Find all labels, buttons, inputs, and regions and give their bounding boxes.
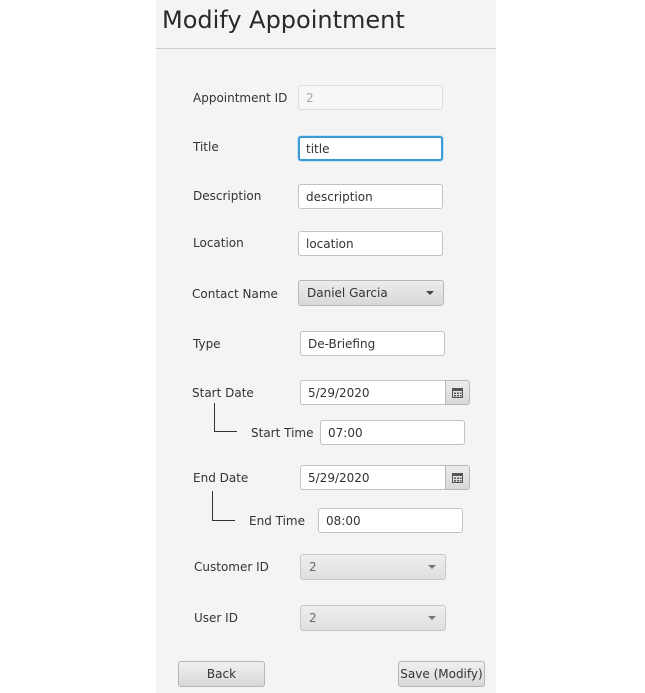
description-label: Description <box>193 189 262 203</box>
location-label: Location <box>193 236 244 250</box>
customer-id-value: 2 <box>309 560 317 574</box>
appointment-id-label: Appointment ID <box>193 91 288 105</box>
end-time-connector <box>212 491 235 521</box>
start-date-field[interactable] <box>300 380 446 405</box>
chevron-down-icon <box>428 565 436 569</box>
title-label: Title <box>193 140 219 154</box>
calendar-icon <box>452 387 463 398</box>
appointment-id-field <box>298 85 443 110</box>
calendar-icon <box>452 472 463 483</box>
contact-name-label: Contact Name <box>192 287 278 301</box>
start-time-field[interactable] <box>320 420 465 445</box>
chevron-down-icon <box>428 616 436 620</box>
end-date-picker-button[interactable] <box>445 465 470 490</box>
start-time-label: Start Time <box>251 426 314 440</box>
type-field[interactable] <box>300 331 445 356</box>
user-id-value: 2 <box>309 611 317 625</box>
customer-id-select[interactable]: 2 <box>300 554 446 580</box>
title-field[interactable] <box>298 136 443 161</box>
contact-name-select[interactable]: Daniel Garcia <box>298 280 444 306</box>
chevron-down-icon <box>426 291 434 295</box>
end-date-field[interactable] <box>300 465 446 490</box>
contact-name-value: Daniel Garcia <box>307 286 388 300</box>
back-button[interactable]: Back <box>178 661 265 687</box>
user-id-label: User ID <box>194 611 238 625</box>
save-modify-button[interactable]: Save (Modify) <box>398 661 485 687</box>
location-field[interactable] <box>298 231 443 256</box>
start-date-picker-button[interactable] <box>445 380 470 405</box>
modify-appointment-window: Modify Appointment Appointment ID Title … <box>156 0 496 693</box>
end-date-label: End Date <box>193 471 249 485</box>
end-time-label: End Time <box>249 514 305 528</box>
start-time-connector <box>214 403 237 432</box>
end-time-field[interactable] <box>318 508 463 533</box>
user-id-select[interactable]: 2 <box>300 605 446 631</box>
start-date-label: Start Date <box>192 386 254 400</box>
description-field[interactable] <box>298 184 443 209</box>
header-divider <box>156 48 496 49</box>
type-label: Type <box>193 337 221 351</box>
page-title: Modify Appointment <box>162 6 405 34</box>
customer-id-label: Customer ID <box>194 560 269 574</box>
